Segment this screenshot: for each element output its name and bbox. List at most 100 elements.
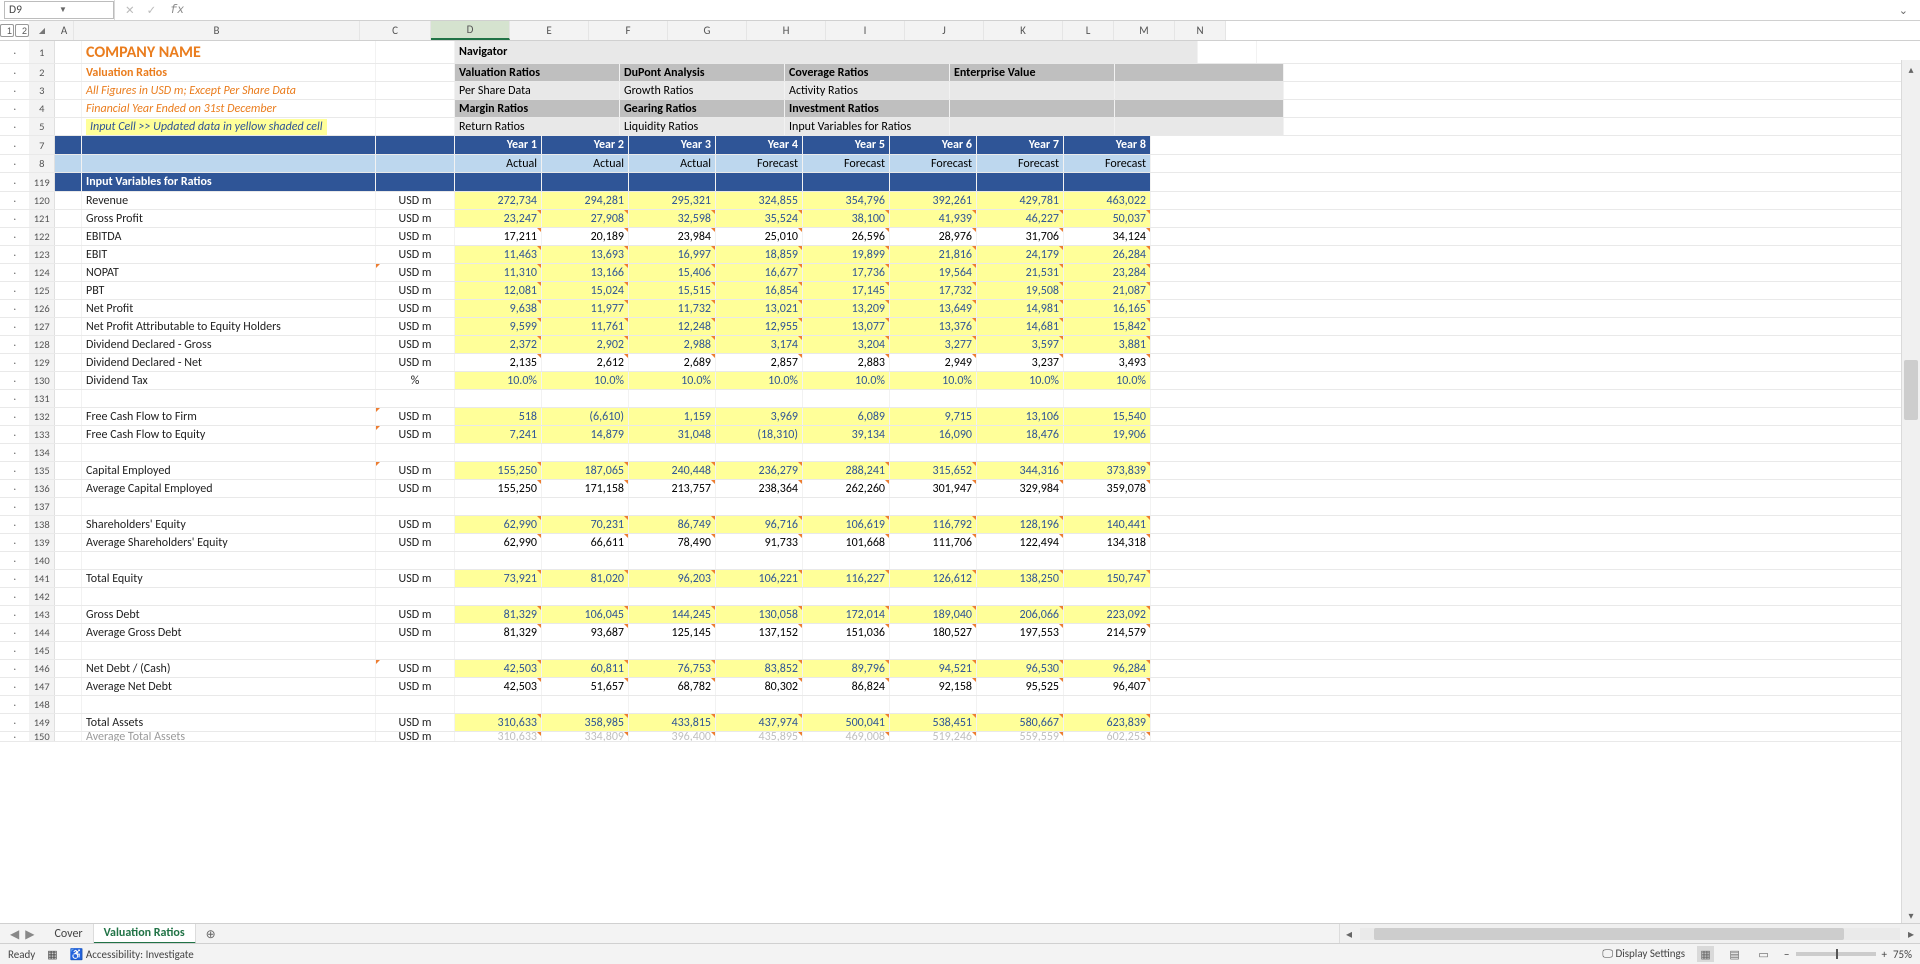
- col-header-I[interactable]: I: [826, 21, 905, 40]
- data-cell[interactable]: 3,174: [716, 336, 803, 353]
- col-header-E[interactable]: E: [510, 21, 589, 40]
- data-cell[interactable]: 15,406: [629, 264, 716, 281]
- data-cell[interactable]: 396,400: [629, 732, 716, 741]
- data-cell[interactable]: 206,066: [977, 606, 1064, 623]
- data-cell[interactable]: 13,376: [890, 318, 977, 335]
- row-header[interactable]: 143: [29, 606, 55, 623]
- view-page-layout-icon[interactable]: ▤: [1726, 946, 1743, 962]
- data-cell[interactable]: 10.0%: [455, 372, 542, 389]
- data-cell[interactable]: 13,106: [977, 408, 1064, 425]
- data-cell[interactable]: 3,493: [1064, 354, 1151, 371]
- nav-link[interactable]: Margin Ratios: [455, 100, 620, 117]
- nav-link[interactable]: Coverage Ratios: [785, 64, 950, 81]
- data-cell[interactable]: 2,135: [455, 354, 542, 371]
- data-cell[interactable]: 295,321: [629, 192, 716, 209]
- data-cell[interactable]: 50,037: [1064, 210, 1151, 227]
- data-cell[interactable]: 34,124: [1064, 228, 1151, 245]
- data-cell[interactable]: 15,540: [1064, 408, 1151, 425]
- data-cell[interactable]: 137,152: [716, 624, 803, 641]
- data-cell[interactable]: 155,250: [455, 480, 542, 497]
- data-cell[interactable]: 16,854: [716, 282, 803, 299]
- data-cell[interactable]: 6,089: [803, 408, 890, 425]
- data-cell[interactable]: 358,985: [542, 714, 629, 731]
- data-cell[interactable]: 13,166: [542, 264, 629, 281]
- data-cell[interactable]: 288,241: [803, 462, 890, 479]
- row-header[interactable]: 133: [29, 426, 55, 443]
- tab-next-icon[interactable]: ▶: [25, 927, 34, 942]
- data-cell[interactable]: 392,261: [890, 192, 977, 209]
- data-cell[interactable]: 2,988: [629, 336, 716, 353]
- data-cell[interactable]: 28,976: [890, 228, 977, 245]
- nav-link[interactable]: Investment Ratios: [785, 100, 950, 117]
- data-cell[interactable]: 10.0%: [977, 372, 1064, 389]
- data-cell[interactable]: 20,189: [542, 228, 629, 245]
- data-cell[interactable]: 433,815: [629, 714, 716, 731]
- data-cell[interactable]: 86,749: [629, 516, 716, 533]
- row-header[interactable]: 127: [29, 318, 55, 335]
- data-cell[interactable]: 15,024: [542, 282, 629, 299]
- data-cell[interactable]: 9,599: [455, 318, 542, 335]
- hscroll-thumb[interactable]: [1374, 928, 1844, 940]
- name-box[interactable]: D9▼: [4, 1, 114, 19]
- row-header[interactable]: 3: [29, 82, 55, 99]
- data-cell[interactable]: 80,302: [716, 678, 803, 695]
- data-cell[interactable]: 92,158: [890, 678, 977, 695]
- col-header-F[interactable]: F: [589, 21, 668, 40]
- data-cell[interactable]: 144,245: [629, 606, 716, 623]
- data-cell[interactable]: 130,058: [716, 606, 803, 623]
- data-cell[interactable]: 2,372: [455, 336, 542, 353]
- row-header[interactable]: 120: [29, 192, 55, 209]
- data-cell[interactable]: 10.0%: [803, 372, 890, 389]
- data-cell[interactable]: 214,579: [1064, 624, 1151, 641]
- data-cell[interactable]: 11,761: [542, 318, 629, 335]
- data-cell[interactable]: 559,559: [977, 732, 1064, 741]
- data-cell[interactable]: 140,441: [1064, 516, 1151, 533]
- data-cell[interactable]: 171,158: [542, 480, 629, 497]
- data-cell[interactable]: 2,949: [890, 354, 977, 371]
- data-cell[interactable]: 155,250: [455, 462, 542, 479]
- col-header-G[interactable]: G: [668, 21, 747, 40]
- data-cell[interactable]: 354,796: [803, 192, 890, 209]
- data-cell[interactable]: 68,782: [629, 678, 716, 695]
- view-normal-icon[interactable]: ▦: [1697, 946, 1714, 962]
- data-cell[interactable]: 17,211: [455, 228, 542, 245]
- data-cell[interactable]: 26,596: [803, 228, 890, 245]
- col-header-M[interactable]: M: [1114, 21, 1175, 40]
- data-cell[interactable]: 13,021: [716, 300, 803, 317]
- scroll-up-icon[interactable]: ▴: [1902, 60, 1920, 78]
- data-cell[interactable]: 10.0%: [890, 372, 977, 389]
- data-cell[interactable]: 38,100: [803, 210, 890, 227]
- data-cell[interactable]: 126,612: [890, 570, 977, 587]
- data-cell[interactable]: 23,284: [1064, 264, 1151, 281]
- row-header[interactable]: 126: [29, 300, 55, 317]
- view-page-break-icon[interactable]: ▭: [1755, 946, 1772, 962]
- data-cell[interactable]: 23,247: [455, 210, 542, 227]
- vertical-scrollbar[interactable]: ▴ ▾: [1901, 60, 1920, 924]
- data-cell[interactable]: 623,839: [1064, 714, 1151, 731]
- data-cell[interactable]: 150,747: [1064, 570, 1151, 587]
- data-cell[interactable]: 272,734: [455, 192, 542, 209]
- data-cell[interactable]: 81,020: [542, 570, 629, 587]
- data-cell[interactable]: 116,227: [803, 570, 890, 587]
- data-cell[interactable]: 197,553: [977, 624, 1064, 641]
- row-header[interactable]: 7: [29, 136, 55, 154]
- nav-link[interactable]: Growth Ratios: [620, 82, 785, 99]
- data-cell[interactable]: 51,657: [542, 678, 629, 695]
- data-cell[interactable]: 3,204: [803, 336, 890, 353]
- data-cell[interactable]: 151,036: [803, 624, 890, 641]
- data-cell[interactable]: 16,677: [716, 264, 803, 281]
- data-cell[interactable]: 21,087: [1064, 282, 1151, 299]
- data-cell[interactable]: 94,521: [890, 660, 977, 677]
- row-header[interactable]: 150: [29, 732, 55, 741]
- data-cell[interactable]: 580,667: [977, 714, 1064, 731]
- data-cell[interactable]: 469,008: [803, 732, 890, 741]
- data-cell[interactable]: 3,969: [716, 408, 803, 425]
- col-header-H[interactable]: H: [747, 21, 826, 40]
- tab-prev-icon[interactable]: ◀: [10, 927, 19, 942]
- data-cell[interactable]: 17,732: [890, 282, 977, 299]
- data-cell[interactable]: 373,839: [1064, 462, 1151, 479]
- row-header[interactable]: 149: [29, 714, 55, 731]
- col-header-D[interactable]: D: [431, 21, 510, 40]
- row-header[interactable]: 139: [29, 534, 55, 551]
- data-cell[interactable]: 9,638: [455, 300, 542, 317]
